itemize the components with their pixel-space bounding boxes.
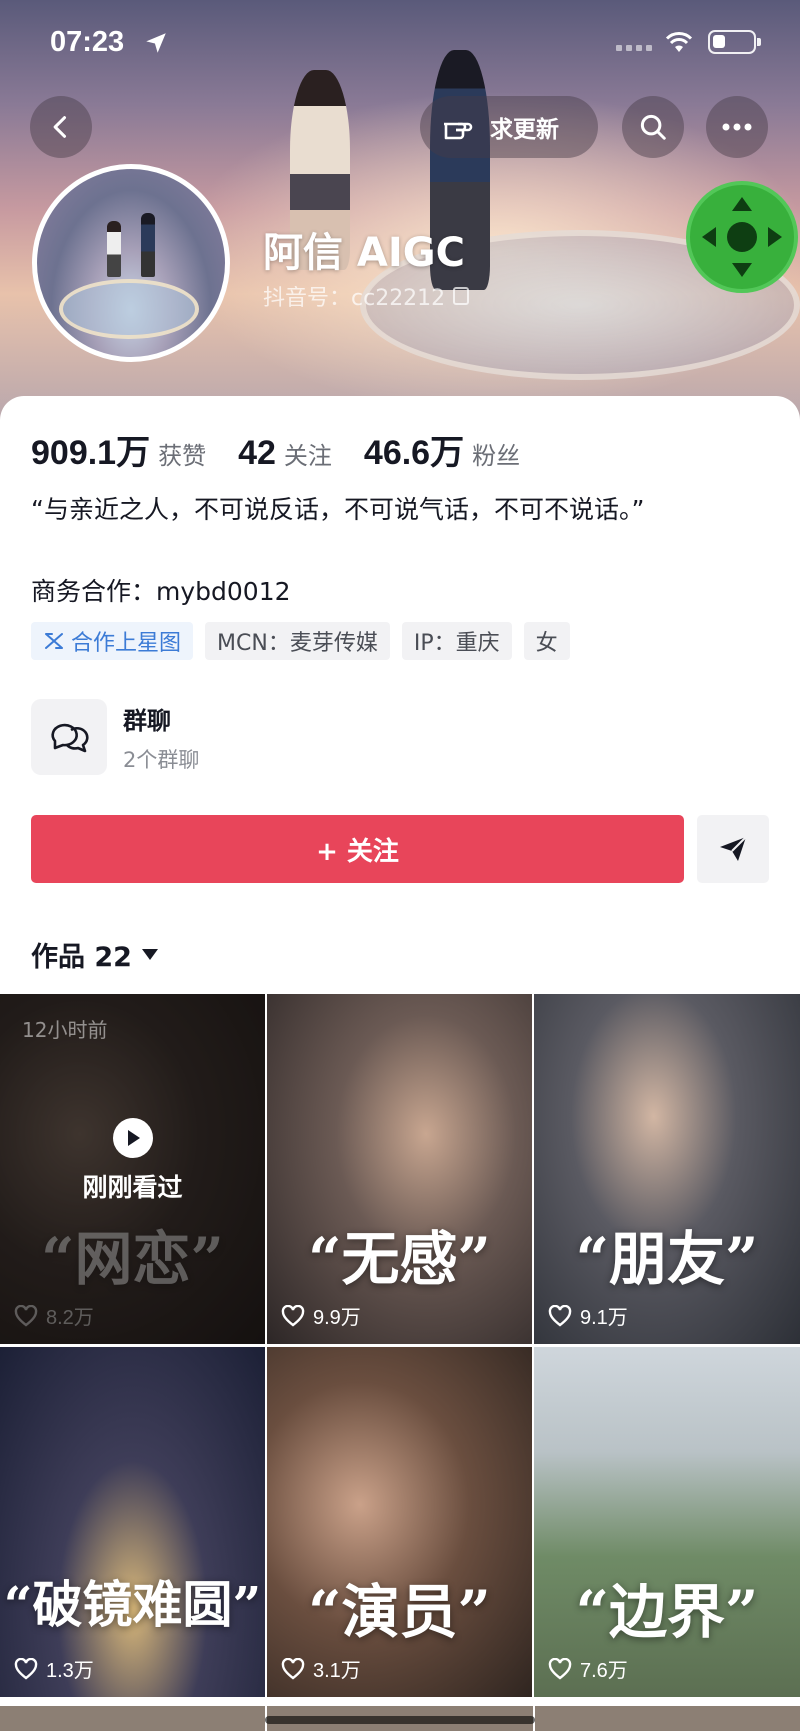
group-chat-icon-box — [31, 699, 107, 775]
tag-ip-location: IP：重庆 — [401, 622, 512, 660]
more-dots-icon — [722, 123, 752, 131]
video-likes: 7.6万 — [548, 1654, 628, 1683]
home-indicator[interactable] — [265, 1716, 535, 1724]
paper-plane-icon — [720, 836, 747, 861]
video-likes: 1.3万 — [14, 1654, 94, 1683]
star-map-icon — [45, 633, 63, 649]
works-tab-label: 作品 22 — [31, 942, 132, 973]
group-chat-subtitle: 2个群聊 — [123, 747, 200, 772]
group-chat-title: 群聊 — [123, 706, 171, 735]
dpad-icon — [702, 197, 782, 277]
video-likes: 8.2万 — [14, 1301, 94, 1330]
video-time-ago: 12小时前 — [22, 1018, 108, 1042]
heart-icon — [548, 1304, 572, 1327]
followers-count[interactable]: 46.6万 — [364, 425, 464, 474]
chat-bubbles-icon — [51, 723, 89, 753]
video-title: “演员” — [308, 1578, 491, 1646]
play-icon — [112, 1118, 153, 1158]
heart-icon — [14, 1304, 38, 1327]
video-title: “朋友” — [575, 1225, 759, 1293]
pointing-hand-icon — [444, 122, 473, 140]
status-bar: 07:23 — [0, 0, 800, 90]
avatar[interactable] — [32, 164, 230, 362]
likes-label: 获赞 — [158, 442, 207, 470]
video-tile-2[interactable]: “无感” 9.9万 — [267, 994, 532, 1344]
video-likes: 9.9万 — [281, 1301, 361, 1330]
profile-name: 阿信 AIGC — [263, 230, 465, 276]
video-likes: 3.1万 — [281, 1654, 361, 1683]
dropdown-triangle-icon[interactable] — [141, 949, 158, 960]
copy-icon[interactable] — [453, 287, 470, 305]
video-title: “无感” — [308, 1225, 491, 1293]
video-title: “边界” — [575, 1578, 759, 1646]
heart-icon — [14, 1657, 38, 1680]
video-tile-4[interactable]: “破镜难圆” 1.3万 — [0, 1347, 265, 1697]
search-icon — [640, 114, 666, 140]
send-message-button[interactable] — [697, 815, 769, 883]
bio-text: “与亲近之人，不可说反话，不可说气话，不可不说话。” — [31, 495, 645, 524]
tag-mcn[interactable]: MCN：麦芽传媒 — [205, 622, 390, 660]
battery-icon — [708, 30, 761, 54]
profile-stats: 909.1万 获赞 42 关注 46.6万 粉丝 — [31, 425, 552, 474]
tag-gender: 女 — [523, 622, 570, 660]
following-label[interactable]: 关注 — [284, 436, 332, 471]
profile-card — [0, 396, 800, 996]
heart-icon — [548, 1657, 572, 1680]
video-tile-3[interactable]: “朋友” 9.1万 — [534, 994, 800, 1344]
profile-tags: 合作上星图 MCN：麦芽传媒 IP：重庆 女 — [31, 622, 570, 660]
heart-icon — [281, 1304, 305, 1327]
status-time: 07:23 — [50, 26, 125, 58]
likes-count: 909.1万 — [31, 434, 151, 472]
just-watched-marker: 刚刚看过 — [0, 1118, 265, 1204]
video-tile-5[interactable]: “演员” 3.1万 — [267, 1347, 532, 1697]
group-chat-entry[interactable]: 群聊 2个群聊 — [31, 699, 199, 775]
video-tile-1[interactable]: “网恋” 8.2万 12小时前 刚刚看过 — [0, 994, 265, 1344]
wifi-icon — [665, 32, 693, 52]
cellular-signal-icon — [616, 45, 652, 51]
following-count[interactable]: 42 — [238, 434, 276, 473]
video-grid: “网恋” 8.2万 12小时前 刚刚看过 “无感” 9.9万 “朋友” 9.1万… — [0, 994, 800, 1697]
video-tile-6[interactable]: “边界” 7.6万 — [534, 1347, 800, 1697]
works-tab[interactable]: 作品 22 — [31, 935, 158, 974]
just-watched-label: 刚刚看过 — [82, 1173, 183, 1202]
douyin-id[interactable]: 抖音号：cc22212 — [263, 280, 470, 312]
douyin-id-text: 抖音号：cc22212 — [263, 286, 446, 311]
request-update-label: 求更新 — [490, 117, 559, 143]
business-contact: 商务合作：mybd0012 — [31, 577, 291, 606]
tag-star-map[interactable]: 合作上星图 — [31, 622, 194, 660]
location-arrow-icon — [146, 33, 166, 53]
follow-button[interactable]: + 关注 — [31, 815, 684, 883]
floating-joystick[interactable] — [686, 181, 798, 293]
chevron-left-icon — [53, 116, 67, 138]
back-button[interactable] — [30, 96, 92, 158]
video-likes: 9.1万 — [548, 1301, 628, 1330]
video-title: “网恋” — [41, 1225, 224, 1293]
request-update-button[interactable]: 求更新 — [420, 96, 598, 158]
more-button[interactable] — [706, 96, 768, 158]
video-title: “破镜难圆” — [3, 1575, 262, 1634]
search-button[interactable] — [622, 96, 684, 158]
followers-label[interactable]: 粉丝 — [472, 436, 520, 471]
heart-icon — [281, 1657, 305, 1680]
